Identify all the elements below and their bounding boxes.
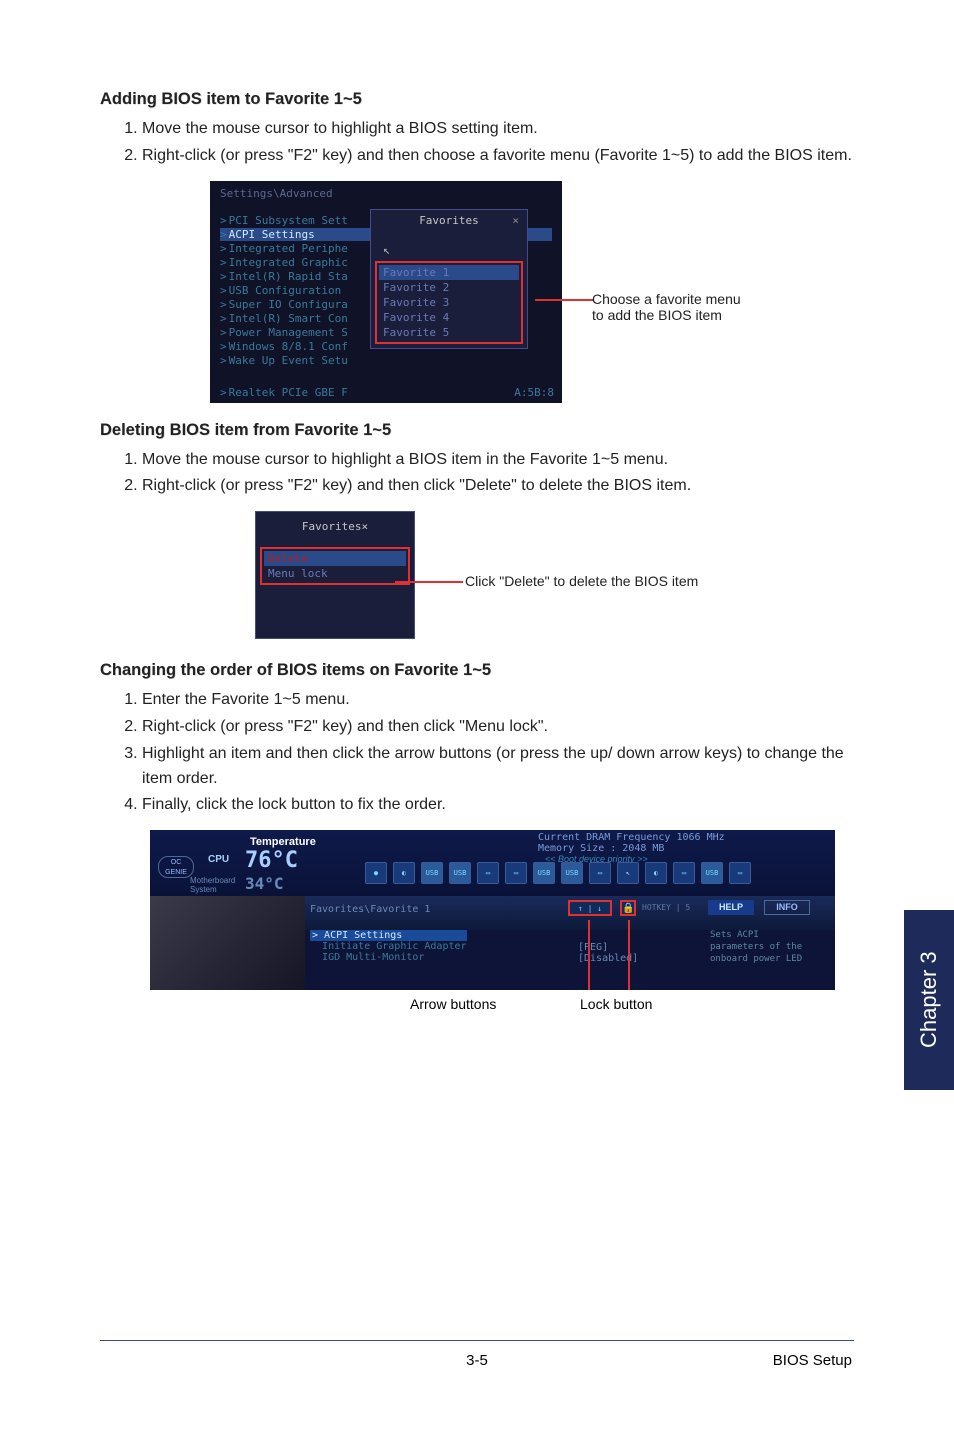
close-icon[interactable]: ×	[361, 520, 368, 533]
changing-steps: Enter the Favorite 1~5 menu. Right-click…	[100, 688, 854, 818]
bios-breadcrumb: Settings\Advanced	[220, 187, 552, 200]
device-icon[interactable]: ●	[365, 862, 387, 884]
order-step-2: Right-click (or press "F2" key) and then…	[142, 715, 854, 740]
info-button[interactable]: INFO	[764, 900, 810, 915]
add-step-2: Right-click (or press "F2" key) and then…	[142, 144, 854, 169]
usb-icon[interactable]: USB	[421, 862, 443, 884]
favorites-popup: Favorites× ↖ Favorite 1 Favorite 2 Favor…	[370, 209, 528, 349]
footer-divider	[100, 1340, 854, 1341]
favorite-4-item[interactable]: Favorite 4	[379, 310, 519, 325]
temperature-label: Temperature	[250, 836, 316, 848]
motherboard-label: MotherboardSystem	[190, 876, 235, 894]
footer-section-name: BIOS Setup	[773, 1352, 852, 1369]
add-step-1: Move the mouse cursor to highlight a BIO…	[142, 117, 854, 142]
device-icon[interactable]: ▭	[673, 862, 695, 884]
deleting-title: Deleting BIOS item from Favorite 1~5	[100, 421, 854, 440]
bios-screenshot-delete: Favorites× Delete Menu lock Click "Delet…	[255, 511, 775, 639]
mb-temp-value: 34°C	[245, 874, 284, 893]
menu-lock-item[interactable]: Menu lock	[264, 566, 406, 581]
device-icon[interactable]: ▭	[477, 862, 499, 884]
close-icon[interactable]: ×	[512, 214, 519, 227]
usb-icon[interactable]: USB	[533, 862, 555, 884]
changing-title: Changing the order of BIOS items on Favo…	[100, 661, 854, 680]
cpu-temp-value: 76°C	[245, 848, 298, 873]
device-icon[interactable]: ◐	[393, 862, 415, 884]
device-icon[interactable]: ▭	[729, 862, 751, 884]
annotation-line-arrow	[588, 920, 590, 990]
bios-settings-list: > ACPI Settings Initiate Graphic Adapter…	[310, 930, 467, 963]
deleting-steps: Move the mouse cursor to highlight a BIO…	[100, 448, 854, 500]
favorite-2-item[interactable]: Favorite 2	[379, 280, 519, 295]
cpu-label: CPU	[208, 854, 229, 865]
multi-monitor-item[interactable]: IGD Multi-Monitor	[310, 952, 467, 963]
help-text: Sets ACPIparameters of theonboard power …	[710, 930, 802, 965]
device-icon[interactable]: ▭	[505, 862, 527, 884]
del-step-2: Right-click (or press "F2" key) and then…	[142, 474, 854, 499]
device-icon-row: ● ◐ USB USB ▭ ▭ USB USB ▭ ↖ ◐ ▭ USB ▭	[365, 862, 751, 884]
annotation-line-lock	[628, 920, 630, 990]
usb-icon[interactable]: USB	[701, 862, 723, 884]
order-step-1: Enter the Favorite 1~5 menu.	[142, 688, 854, 713]
favorite-5-item[interactable]: Favorite 5	[379, 325, 519, 340]
del-step-1: Move the mouse cursor to highlight a BIO…	[142, 448, 854, 473]
bios-screenshot-add: Settings\Advanced >PCI Subsystem Sett >A…	[210, 181, 770, 403]
order-step-3: Highlight an item and then click the arr…	[142, 742, 854, 792]
adding-title: Adding BIOS item to Favorite 1~5	[100, 90, 854, 109]
usb-icon[interactable]: USB	[449, 862, 471, 884]
chapter-tab: Chapter 3	[904, 910, 954, 1090]
device-icon[interactable]: ◐	[645, 862, 667, 884]
order-step-4: Finally, click the lock button to fix th…	[142, 793, 854, 818]
favorites-breadcrumb: Favorites\Favorite 1	[310, 904, 430, 915]
usb-icon[interactable]: USB	[561, 862, 583, 884]
annotation-line	[535, 299, 593, 301]
lock-button[interactable]: 🔒	[620, 900, 636, 916]
cursor-icon: ↖	[617, 862, 639, 884]
device-icon[interactable]: ▭	[589, 862, 611, 884]
acpi-settings-item[interactable]: > ACPI Settings	[310, 930, 467, 941]
annotation-add: Choose a favorite menuto add the BIOS it…	[592, 291, 741, 323]
oc-genie-button[interactable]: OCGENIE	[158, 856, 194, 878]
bios-screenshot-order: OCGENIE Temperature CPU MotherboardSyste…	[150, 830, 835, 990]
arrow-buttons[interactable]: ↑ | ↓	[568, 900, 612, 916]
adding-steps: Move the mouse cursor to highlight a BIO…	[100, 117, 854, 169]
hotkey-label: HOTKEY | 5	[642, 903, 690, 912]
cursor-icon: ↖	[383, 243, 523, 257]
annotation-line	[395, 581, 463, 583]
help-button[interactable]: HELP	[708, 900, 754, 915]
favorite-3-item[interactable]: Favorite 3	[379, 295, 519, 310]
dram-info: Current DRAM Frequency 1066 MHz Memory S…	[538, 832, 725, 854]
favorite-1-item[interactable]: Favorite 1	[379, 265, 519, 280]
caption-arrow-buttons: Arrow buttons	[410, 996, 496, 1012]
graphic-adapter-item[interactable]: Initiate Graphic Adapter	[310, 941, 467, 952]
delete-item[interactable]: Delete	[264, 551, 406, 566]
caption-lock-button: Lock button	[580, 996, 652, 1012]
annotation-delete: Click "Delete" to delete the BIOS item	[465, 573, 698, 589]
